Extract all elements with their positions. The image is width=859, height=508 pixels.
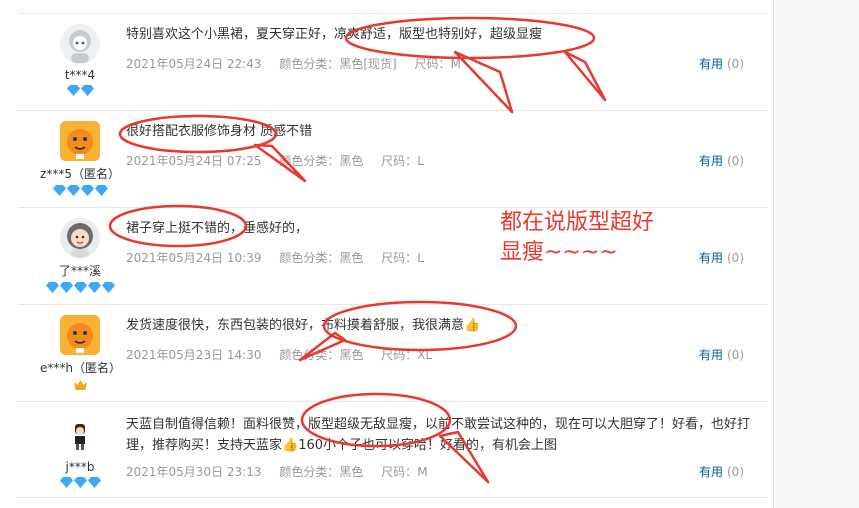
useful-count: (0) [727,465,744,479]
review-text-body: 发货速度很快，东西包装的很好，布料摸着舒服，我很满意 [126,318,465,333]
member-level-badges [40,282,120,294]
diamond-icon [101,282,115,293]
color-value: 黑色 [339,251,364,265]
review-item: z***5（匿名） 很好搭配衣服修饰身材 质感不错 2021年05月24日 07… [18,110,768,207]
review-date: 2021年05月24日 07:25 [126,154,262,168]
review-user: t***4 [40,24,120,97]
size-label: 尺码： [414,57,451,71]
color-value: 黑色 [339,154,364,168]
review-user: e***h（匿名） [40,315,121,391]
useful-count: (0) [727,348,744,362]
member-level-badges [40,477,120,489]
avatar[interactable] [60,315,100,355]
size-label: 尺码： [381,465,418,479]
review-meta: 2021年05月24日 07:25 颜色分类：黑色 尺码：L [126,152,438,169]
diamond-icon [87,477,101,488]
review-meta: 2021年05月24日 22:43 颜色分类：黑色[现货] 尺码：M [126,55,475,72]
review-item: e***h（匿名） 发货速度很快，东西包装的很好，布料摸着舒服，我很满意👍 20… [18,304,768,401]
diamond-icon [80,85,94,96]
useful-label: 有用 [698,465,723,479]
size-value: L [417,154,424,168]
useful-label: 有用 [698,348,723,362]
useful-count: (0) [727,154,744,168]
color-label: 颜色分类： [279,251,340,265]
review-meta: 2021年05月30日 23:13 颜色分类：黑色 尺码：M [126,463,442,480]
diamond-icon [59,282,73,293]
review-date: 2021年05月23日 14:30 [126,348,262,362]
useful-count: (0) [727,251,744,265]
review-item: t***4 特别喜欢这个小黑裙，夏天穿正好，凉爽舒适，版型也特别好，超级显瘦 2… [18,13,768,110]
username: t***4 [64,68,96,82]
diamond-icon [73,282,87,293]
review-text: 很好搭配衣服修饰身材 质感不错 [126,124,313,139]
color-label: 颜色分类： [279,154,340,168]
color-label: 颜色分类： [279,465,340,479]
annotation-line-1: 都在说版型超好 [500,210,655,235]
review-user: 了***溪 [40,218,120,294]
diamond-icon [52,185,66,196]
color-value: 黑色 [339,348,364,362]
avatar[interactable] [60,218,100,258]
avatar[interactable] [60,121,100,161]
useful-label: 有用 [698,57,723,71]
member-level-badges [40,379,120,391]
review-text: 发货速度很快，东西包装的很好，布料摸着舒服，我很满意👍 [126,317,756,335]
diamond-icon [73,477,87,488]
review-text: 天蓝自制值得信赖！面料很赞，版型超级无敌显瘦，以前不敢尝试这种的，现在可以大胆穿… [126,414,756,456]
review-text-tail: 160小个子也可以穿哈！好看的，有机会上图 [298,438,558,453]
size-label: 尺码： [381,348,418,362]
size-value: M [417,465,428,479]
diamond-icon [66,85,80,96]
diamond-icon [59,477,73,488]
color-value: 黑色 [339,465,364,479]
size-value: M [450,57,461,71]
useful-count: (0) [727,57,744,71]
size-value: L [417,251,424,265]
size-value: XL [417,348,433,362]
review-date: 2021年05月24日 22:43 [126,57,262,71]
useful-label: 有用 [698,251,723,265]
member-level-badges [40,85,120,97]
username: z***5（匿名） [40,167,120,181]
crown-icon [73,380,87,390]
avatar[interactable] [60,24,100,64]
username: j***b [65,460,95,474]
username: e***h（匿名） [40,361,121,375]
useful-label: 有用 [698,154,723,168]
useful-button[interactable]: 有用 (0) [699,249,744,266]
member-level-badges [40,185,120,197]
diamond-icon [66,185,80,196]
annotation-note: 都在说版型超好 显瘦~~~~ [500,208,700,268]
useful-button[interactable]: 有用 (0) [699,152,744,169]
color-label: 颜色分类： [279,57,340,71]
review-meta: 2021年05月23日 14:30 颜色分类：黑色 尺码：XL [126,346,446,363]
review-text: 特别喜欢这个小黑裙，夏天穿正好，凉爽舒适，版型也特别好，超级显瘦 [126,27,543,42]
annotation-line-2: 显瘦~~~~ [500,240,618,265]
review-user: z***5（匿名） [40,121,120,197]
color-label: 颜色分类： [279,348,340,362]
review-user: j***b [40,416,120,489]
right-gutter [775,0,859,508]
color-value: 黑色[现货] [339,57,397,71]
avatar[interactable] [60,416,100,456]
size-label: 尺码： [381,251,418,265]
size-label: 尺码： [381,154,418,168]
diamond-icon [94,185,108,196]
review-date: 2021年05月30日 23:13 [126,465,262,479]
username: 了***溪 [58,264,101,278]
review-item: j***b 天蓝自制值得信赖！面料很赞，版型超级无敌显瘦，以前不敢尝试这种的，现… [18,401,768,498]
useful-button[interactable]: 有用 (0) [699,463,744,480]
thumbs-up-emoji-icon: 👍 [282,438,299,453]
review-date: 2021年05月24日 10:39 [126,251,262,265]
diamond-icon [45,282,59,293]
thumbs-up-emoji-icon: 👍 [464,318,481,333]
useful-button[interactable]: 有用 (0) [699,55,744,72]
useful-button[interactable]: 有用 (0) [699,346,744,363]
diamond-icon [80,185,94,196]
diamond-icon [87,282,101,293]
review-meta: 2021年05月24日 10:39 颜色分类：黑色 尺码：L [126,249,438,266]
